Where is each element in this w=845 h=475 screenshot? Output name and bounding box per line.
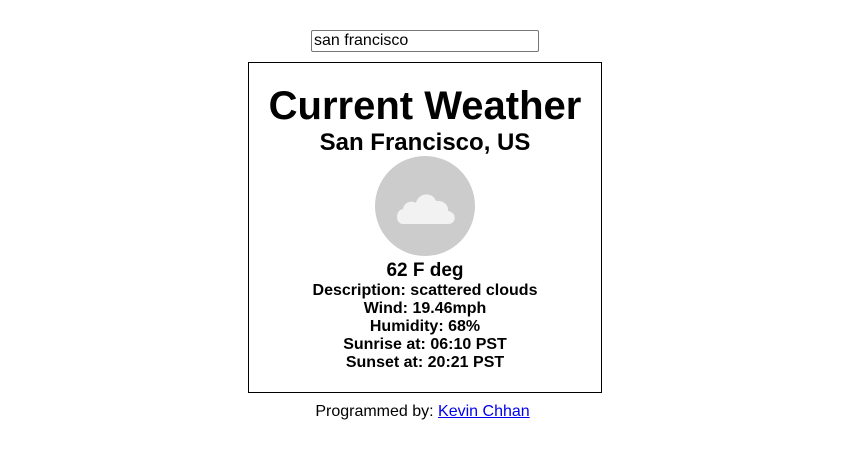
cloud-icon [397, 194, 455, 224]
weather-icon-badge [375, 156, 475, 256]
weather-description: Description: scattered clouds [312, 282, 538, 299]
humidity: Humidity: 68% [369, 318, 481, 335]
location-name: San Francisco, US [319, 129, 531, 156]
temperature: 62 F deg [386, 260, 464, 281]
wind-speed: Wind: 19.46mph [363, 300, 487, 317]
weather-card: Current Weather San Francisco, US 62 F d… [248, 62, 602, 393]
city-search-input[interactable] [311, 30, 539, 52]
page-title: Current Weather [268, 84, 582, 128]
sunset-time: Sunset at: 20:21 PST [345, 354, 505, 371]
footer-label: Programmed by: [315, 403, 434, 420]
search-bar [311, 30, 539, 52]
sunrise-time: Sunrise at: 06:10 PST [343, 336, 507, 353]
author-link[interactable]: Kevin Chhan [438, 403, 530, 420]
footer: Programmed by: Kevin Chhan [0, 402, 845, 421]
